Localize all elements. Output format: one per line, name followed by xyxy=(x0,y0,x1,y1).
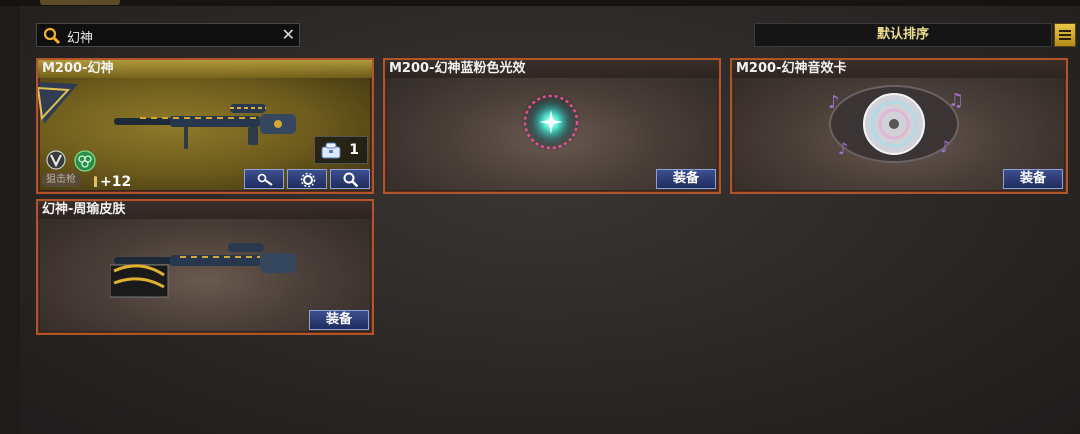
magnifier-icon xyxy=(343,172,359,188)
item-card-skin[interactable]: 幻神-周瑜皮肤 装备 xyxy=(36,199,374,335)
light-effect-orb-icon xyxy=(521,92,581,152)
ammo-icon xyxy=(94,176,97,187)
search-input[interactable]: 幻神 xyxy=(67,27,93,46)
gear-icon xyxy=(300,172,316,188)
music-disc-icon: ♪ ♫ ♪ ♪ xyxy=(828,85,964,163)
sort-menu-icon[interactable] xyxy=(1054,23,1076,47)
search-icon xyxy=(43,27,61,45)
svg-text:♫: ♫ xyxy=(948,90,964,111)
weapon-type-tag: 狙击枪 xyxy=(41,173,81,187)
category-tabs-bar xyxy=(0,0,1080,6)
sort-dropdown[interactable]: 默认排序 xyxy=(754,23,1052,47)
equip-button[interactable]: 装备 xyxy=(656,169,716,189)
left-edge-panel xyxy=(0,0,20,434)
item-title: M200-幻神 xyxy=(38,60,372,78)
equip-button[interactable]: 装备 xyxy=(309,310,369,330)
green-skill-icon xyxy=(74,150,96,172)
clear-search-icon[interactable]: ✕ xyxy=(282,25,295,44)
svg-text:♪: ♪ xyxy=(838,139,848,158)
inventory-box-icon xyxy=(321,142,341,159)
inspect-button[interactable] xyxy=(330,169,370,189)
item-count-box: 1 xyxy=(314,136,368,164)
rifle-skin-image xyxy=(110,243,296,298)
svg-text:♪: ♪ xyxy=(940,137,950,156)
sniper-rifle-image xyxy=(114,104,296,149)
svg-text:♪: ♪ xyxy=(828,92,840,113)
v-badge-icon xyxy=(46,150,66,170)
item-count: 1 xyxy=(349,142,359,158)
rarity-emblem-icon xyxy=(38,82,78,124)
item-card-m200[interactable]: M200-幻神 1 狙击枪 +12 xyxy=(36,58,374,194)
upgrade-bonus: +12 xyxy=(100,174,132,190)
equip-button[interactable]: 装备 xyxy=(1003,169,1063,189)
item-card-light-effect[interactable]: M200-幻神蓝粉色光效 装备 xyxy=(383,58,721,194)
settings-button[interactable] xyxy=(287,169,327,189)
item-card-sound-card[interactable]: M200-幻神音效卡 ♪ ♫ ♪ ♪ 装备 xyxy=(730,58,1068,194)
wrench-gear-icon xyxy=(257,173,273,186)
upgrade-button[interactable] xyxy=(244,169,284,189)
item-title: M200-幻神蓝粉色光效 xyxy=(385,60,719,78)
tab-active-indicator[interactable] xyxy=(40,0,120,5)
item-title: 幻神-周瑜皮肤 xyxy=(38,201,372,219)
item-title: M200-幻神音效卡 xyxy=(732,60,1066,78)
search-field[interactable]: 幻神 ✕ xyxy=(36,23,300,47)
